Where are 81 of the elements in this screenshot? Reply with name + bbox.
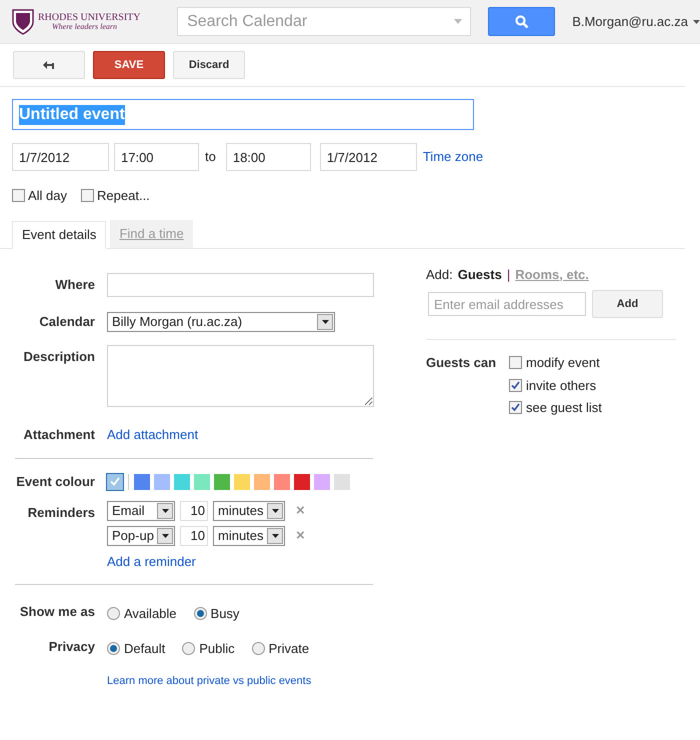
checkbox[interactable] [509, 356, 522, 370]
logo-title: RHODES UNIVERSITY [38, 12, 140, 22]
add-reminder-link[interactable]: Add a reminder [107, 552, 305, 571]
save-button[interactable]: SAVE [93, 51, 165, 79]
colour-swatch[interactable] [234, 474, 250, 490]
checkbox-label: modify event [526, 354, 600, 372]
checkbox[interactable] [12, 189, 25, 202]
checkbox-label: Repeat... [97, 187, 150, 205]
field-label: Where [55, 276, 95, 292]
radio-label: Public [199, 640, 235, 658]
search-button[interactable] [488, 7, 556, 36]
guests-can-label: Guests can [426, 354, 498, 372]
radio-button[interactable] [107, 607, 120, 620]
field-label: Attachment [23, 426, 95, 442]
field-label: Reminders [28, 504, 95, 520]
search-field[interactable]: Search Calendar [177, 7, 472, 36]
dropdown-caret-icon[interactable] [317, 314, 333, 330]
radio-button[interactable] [194, 607, 207, 620]
dropdown-caret-icon[interactable] [157, 528, 173, 544]
end-time-field[interactable]: 18:00 [226, 143, 311, 171]
search-icon [514, 14, 529, 28]
field-label: Privacy [48, 638, 95, 654]
radio-label: Busy [210, 605, 240, 623]
start-time-field[interactable]: 17:00 [114, 143, 199, 171]
caret-icon [693, 20, 700, 24]
checkbox-label: All day [28, 187, 68, 205]
checkbox[interactable] [509, 378, 522, 392]
checkbox-label: see guest list [526, 399, 602, 417]
colour-swatch[interactable] [334, 474, 350, 490]
add-attachment-link[interactable]: Add attachment [107, 424, 198, 444]
dropdown-caret-icon[interactable] [157, 502, 173, 518]
reminder-method-select[interactable]: Email [107, 500, 175, 520]
radio-button[interactable] [182, 642, 196, 655]
colour-swatch[interactable] [107, 474, 123, 490]
field-label: Calendar [39, 314, 95, 329]
radio-label: Available [124, 605, 177, 623]
checkbox-label: invite others [526, 376, 596, 394]
end-date-field[interactable]: 1/7/2012 [320, 143, 417, 171]
dropdown-caret-icon[interactable] [267, 502, 283, 518]
separator: | [506, 266, 510, 284]
discard-button[interactable]: Discard [173, 51, 245, 79]
back-arrow-icon [42, 60, 56, 70]
add-guest-button[interactable]: Add [592, 290, 663, 318]
colour-swatch[interactable] [294, 474, 310, 490]
reminder-unit-select[interactable]: minutes [213, 526, 285, 546]
colour-swatch[interactable] [194, 474, 210, 490]
radio-label: Private [268, 640, 310, 658]
colour-swatch[interactable] [174, 474, 190, 490]
description-field[interactable] [107, 344, 374, 406]
reminder-amount-field[interactable]: 10 [180, 526, 208, 546]
reminder-unit-select[interactable]: minutes [213, 500, 285, 520]
radio-button[interactable] [107, 642, 120, 655]
field-label: Event colour [16, 474, 95, 489]
colour-swatch[interactable] [154, 474, 170, 490]
field-label: Show me as [20, 604, 95, 619]
colour-swatch[interactable] [254, 474, 270, 490]
colour-swatch[interactable] [314, 474, 330, 490]
colour-swatch[interactable] [214, 474, 230, 490]
field-label: Description [23, 348, 95, 364]
time-zone-link[interactable]: Time zone [422, 147, 484, 167]
learn-more-link[interactable]: Learn more about private vs public events [107, 675, 312, 687]
radio-label: Default [124, 640, 166, 658]
logo-tagline: Where leaders learn [52, 22, 118, 30]
guest-email-field[interactable]: Enter email addresses [428, 292, 586, 316]
dropdown-caret-icon[interactable] [267, 528, 283, 544]
checkbox[interactable] [509, 401, 522, 414]
where-field[interactable] [107, 272, 374, 296]
add-label: Add: [426, 266, 453, 284]
checkbox[interactable] [81, 189, 94, 202]
shield-logo-icon [12, 8, 34, 34]
radio-button[interactable] [252, 642, 265, 655]
to-label: to [205, 148, 216, 166]
reminder-method-select[interactable]: Pop-up [107, 526, 175, 546]
reminder-amount-field[interactable]: 10 [180, 500, 208, 520]
tab[interactable]: Event details [12, 220, 106, 248]
colour-swatch[interactable] [274, 474, 290, 490]
account-menu[interactable]: B.Morgan@ru.ac.za [572, 12, 700, 32]
start-date-field[interactable]: 1/7/2012 [12, 143, 109, 171]
colour-swatch[interactable] [134, 474, 150, 490]
guests-tab[interactable]: Guests [458, 264, 502, 284]
calendar-select[interactable]: Billy Morgan (ru.ac.za) [107, 312, 335, 332]
